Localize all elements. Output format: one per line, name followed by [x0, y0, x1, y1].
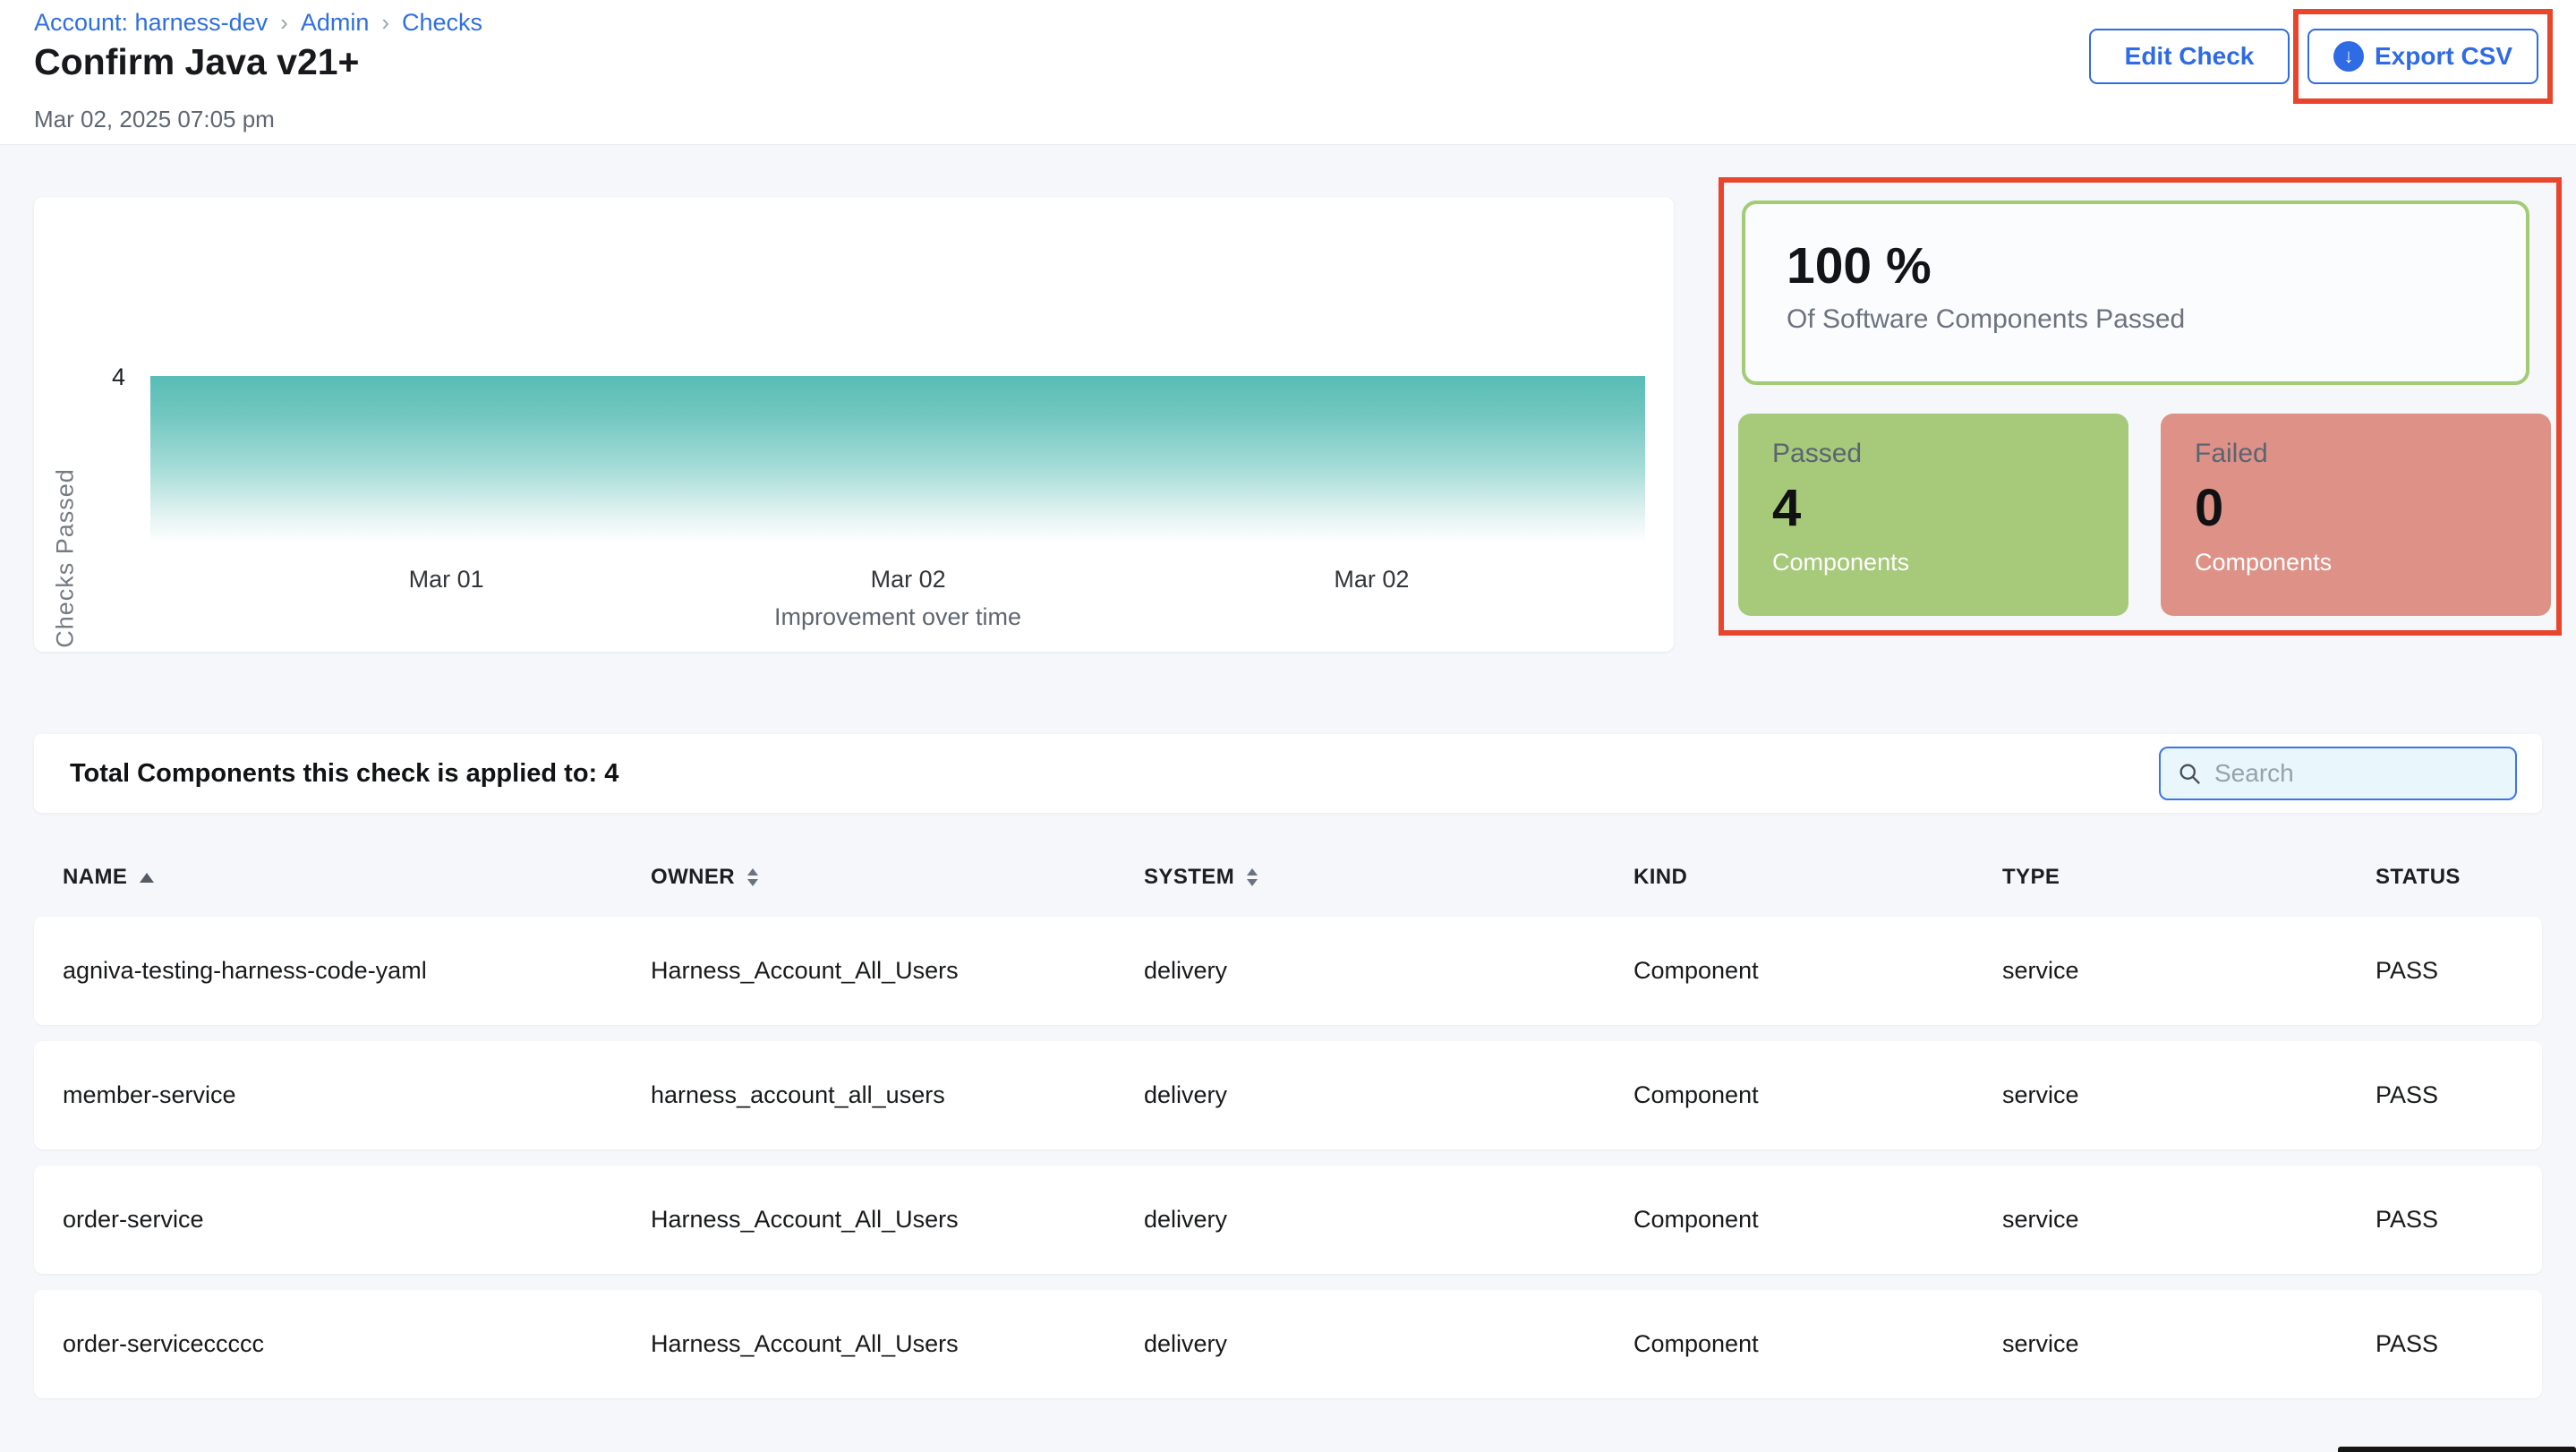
- table-header-row: NAME OWNER SYSTEM KIND TYPE STATUS: [34, 849, 2542, 906]
- column-label: NAME: [63, 865, 127, 890]
- cell-name: member-service: [63, 1081, 651, 1109]
- percent-passed-value: 100 %: [1787, 236, 2526, 295]
- passed-unit: Components: [1772, 549, 2128, 577]
- search-input[interactable]: [2214, 759, 2483, 788]
- column-label: TYPE: [2002, 865, 2060, 890]
- sort-ascending-icon: [140, 873, 154, 883]
- cell-owner: harness_account_all_users: [651, 1081, 1144, 1109]
- passed-stat-card: Passed 4 Components: [1738, 414, 2128, 616]
- cell-status: PASS: [2376, 1206, 2542, 1234]
- download-icon: ↓: [2333, 41, 2364, 72]
- column-header-status: STATUS: [2376, 865, 2542, 890]
- column-header-type: TYPE: [2002, 865, 2376, 890]
- cell-status: PASS: [2376, 1330, 2542, 1358]
- chart-caption: Improvement over time: [150, 603, 1645, 631]
- export-csv-button[interactable]: ↓ Export CSV: [2307, 29, 2538, 84]
- breadcrumb-checks-link[interactable]: Checks: [402, 9, 482, 37]
- cell-name: order-service: [63, 1206, 651, 1234]
- breadcrumb-separator-icon: ›: [280, 9, 288, 37]
- cell-kind: Component: [1633, 1330, 2002, 1358]
- cell-kind: Component: [1633, 957, 2002, 985]
- components-toolbar: Total Components this check is applied t…: [34, 734, 2542, 813]
- column-label: SYSTEM: [1144, 865, 1234, 890]
- failed-label: Failed: [2195, 439, 2551, 469]
- column-label: STATUS: [2376, 865, 2461, 890]
- breadcrumb-account-link[interactable]: Account: harness-dev: [34, 9, 268, 37]
- cell-status: PASS: [2376, 1081, 2542, 1109]
- column-header-kind: KIND: [1633, 865, 2002, 890]
- cell-type: service: [2002, 1330, 2376, 1358]
- summary-annotation-highlight: 100 % Of Software Components Passed Pass…: [1719, 177, 2562, 636]
- cell-owner: Harness_Account_All_Users: [651, 957, 1144, 985]
- chart-y-axis-label: Checks Passed: [52, 442, 80, 675]
- cell-system: delivery: [1144, 1330, 1633, 1358]
- failed-stat-card: Failed 0 Components: [2161, 414, 2551, 616]
- sort-toggle-icon: [747, 868, 758, 886]
- check-detail-page: Account: harness-dev › Admin › Checks Co…: [0, 0, 2576, 1452]
- failed-value: 0: [2195, 478, 2551, 538]
- table-row[interactable]: agniva-testing-harness-code-yaml Harness…: [34, 917, 2542, 1025]
- chart-y-tick: 4: [86, 363, 125, 391]
- column-label: OWNER: [651, 865, 735, 890]
- chart-x-tick: Mar 02: [871, 566, 946, 594]
- total-components-label: Total Components this check is applied t…: [70, 734, 618, 813]
- cell-status: PASS: [2376, 957, 2542, 985]
- sort-toggle-icon: [1247, 868, 1258, 886]
- bottom-overlay-edge: [2338, 1447, 2576, 1452]
- failed-unit: Components: [2195, 549, 2551, 577]
- breadcrumb: Account: harness-dev › Admin › Checks: [34, 9, 482, 37]
- column-header-system[interactable]: SYSTEM: [1144, 865, 1633, 890]
- table-row[interactable]: member-service harness_account_all_users…: [34, 1041, 2542, 1149]
- cell-kind: Component: [1633, 1206, 2002, 1234]
- column-header-name[interactable]: NAME: [63, 865, 651, 890]
- export-csv-label: Export CSV: [2375, 42, 2512, 71]
- table-row[interactable]: order-serviceccccc Harness_Account_All_U…: [34, 1290, 2542, 1398]
- cell-owner: Harness_Account_All_Users: [651, 1206, 1144, 1234]
- cell-kind: Component: [1633, 1081, 2002, 1109]
- edit-check-button[interactable]: Edit Check: [2089, 29, 2290, 84]
- search-icon: [2177, 761, 2202, 786]
- percent-passed-caption: Of Software Components Passed: [1787, 304, 2526, 335]
- column-label: KIND: [1633, 865, 1687, 890]
- chart-x-tick: Mar 01: [409, 566, 484, 594]
- percent-passed-card: 100 % Of Software Components Passed: [1742, 201, 2529, 385]
- chart-x-tick: Mar 02: [1334, 566, 1409, 594]
- cell-system: delivery: [1144, 1206, 1633, 1234]
- check-timestamp: Mar 02, 2025 07:05 pm: [34, 106, 275, 133]
- chart-x-axis: Mar 01 Mar 02 Mar 02: [150, 566, 1645, 594]
- page-header: Account: harness-dev › Admin › Checks Co…: [0, 0, 2576, 145]
- passed-value: 4: [1772, 478, 2128, 538]
- checks-passed-chart: Checks Passed 4 Mar 01 Mar 02 Mar 02 Imp…: [34, 197, 1674, 652]
- cell-type: service: [2002, 1081, 2376, 1109]
- page-title: Confirm Java v21+: [34, 41, 360, 83]
- breadcrumb-separator-icon: ›: [381, 9, 389, 37]
- search-box[interactable]: [2159, 747, 2517, 800]
- edit-check-label: Edit Check: [2125, 42, 2255, 71]
- cell-name: order-serviceccccc: [63, 1330, 651, 1358]
- cell-name: agniva-testing-harness-code-yaml: [63, 957, 651, 985]
- export-annotation-highlight: ↓ Export CSV: [2293, 9, 2553, 104]
- breadcrumb-admin-link[interactable]: Admin: [301, 9, 370, 37]
- cell-type: service: [2002, 1206, 2376, 1234]
- chart-area-series: [150, 376, 1645, 542]
- table-row[interactable]: order-service Harness_Account_All_Users …: [34, 1166, 2542, 1274]
- column-header-owner[interactable]: OWNER: [651, 865, 1144, 890]
- passed-label: Passed: [1772, 439, 2128, 469]
- components-table-body: agniva-testing-harness-code-yaml Harness…: [34, 917, 2542, 1398]
- cell-system: delivery: [1144, 1081, 1633, 1109]
- cell-owner: Harness_Account_All_Users: [651, 1330, 1144, 1358]
- cell-type: service: [2002, 957, 2376, 985]
- cell-system: delivery: [1144, 957, 1633, 985]
